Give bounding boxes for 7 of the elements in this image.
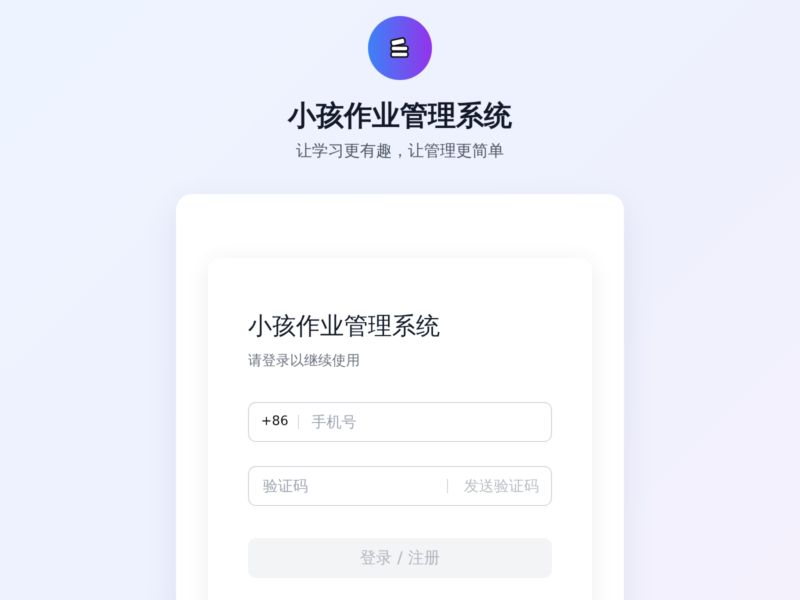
books-icon: [388, 37, 412, 59]
app-title: 小孩作业管理系统: [288, 98, 512, 134]
login-title: 小孩作业管理系统: [248, 311, 441, 342]
app-subtitle: 让学习更有趣，让管理更简单: [296, 140, 504, 162]
phone-field[interactable]: +86 手机号: [248, 402, 552, 442]
country-code[interactable]: +86: [261, 415, 300, 429]
login-subtitle: 请登录以继续使用: [248, 352, 361, 370]
